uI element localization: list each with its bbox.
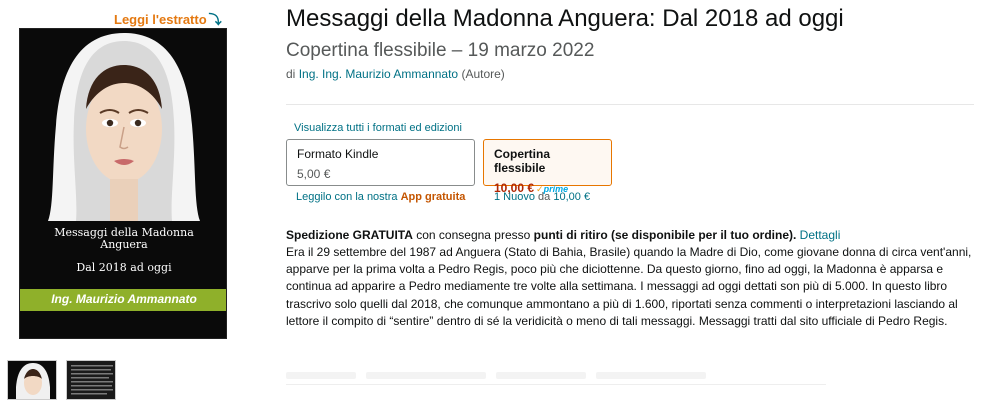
kindle-app-text: Leggilo con la nostra (296, 191, 398, 203)
look-inside-link[interactable]: Leggi l'estratto ⤵ (114, 9, 222, 28)
format-kindle-price: 5,00 € (297, 167, 331, 181)
pickup-points-text: punti di ritiro (se disponibile per il t… (533, 228, 797, 242)
cover-subtitle: Dal 2018 ad oggi (76, 261, 172, 274)
cover-author: Ing. Maurizio Ammannato (51, 292, 197, 306)
divider-bottom (286, 384, 826, 385)
new-offers-link[interactable]: 1 Nuovo (494, 191, 535, 203)
byline-prefix: di (286, 67, 296, 81)
offers-from-text: da (538, 191, 551, 203)
thumbnail-front-cover[interactable] (7, 360, 57, 400)
format-paperback-button[interactable]: Copertina flessibile 10,00 € ✓prime (483, 139, 612, 195)
curved-arrow-down-icon: ⤵ (208, 12, 222, 27)
book-cover-image[interactable]: Messaggi della Madonna Anguera Dal 2018 … (19, 28, 227, 339)
look-inside-label: Leggi l'estratto (114, 12, 207, 27)
shipping-info: Spedizione GRATUITA con consegna presso … (286, 228, 840, 242)
author-role: (Autore) (461, 67, 505, 81)
divider (286, 104, 974, 105)
madonna-thumbnail-icon (8, 361, 56, 399)
madonna-portrait-illustration (20, 29, 226, 221)
shipping-details-link[interactable]: Dettagli (800, 228, 841, 242)
free-app-link[interactable]: App gratuita (401, 191, 466, 203)
kindle-app-note: Leggilo con la nostra App gratuita (296, 191, 465, 203)
byline: di Ing. Ing. Maurizio Ammannato (Autore) (286, 67, 505, 81)
free-shipping-label: Spedizione GRATUITA (286, 228, 413, 242)
paperback-offers: 1 Nuovo da 10,00 € (494, 191, 590, 203)
format-kindle-name: Formato Kindle (297, 147, 379, 161)
view-all-formats-link[interactable]: Visualizza tutti i formati ed edizioni (294, 122, 462, 134)
thumbnail-back-cover[interactable] (66, 360, 116, 400)
format-paperback-name: Copertina flessibile (494, 147, 551, 175)
shipping-middle-text: con consegna presso (416, 228, 531, 242)
book-description: Era il 29 settembre del 1987 ad Anguera … (286, 245, 972, 328)
text-page-thumbnail-icon (67, 361, 115, 399)
product-subtitle: Copertina flessibile – 19 marzo 2022 (286, 40, 595, 61)
format-kindle-button[interactable]: Formato Kindle 5,00 € (286, 139, 475, 186)
offers-price-link[interactable]: 10,00 € (553, 191, 590, 203)
faded-content-row (286, 366, 846, 379)
author-link[interactable]: Ing. Ing. Maurizio Ammannato (299, 67, 458, 81)
product-title: Messaggi della Madonna Anguera: Dal 2018… (286, 5, 844, 32)
cover-title: Messaggi della Madonna Anguera (54, 226, 194, 251)
